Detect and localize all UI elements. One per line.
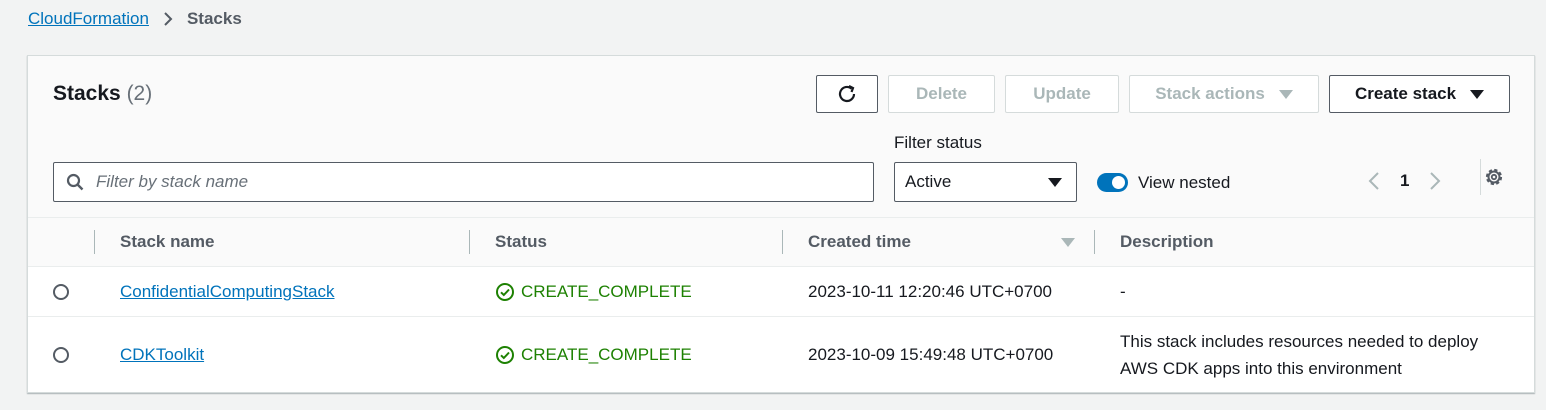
filter-status-label: Filter status bbox=[894, 133, 982, 152]
column-header-created-time[interactable]: Created time bbox=[783, 218, 1095, 267]
status-text: CREATE_COMPLETE bbox=[521, 345, 692, 364]
create-stack-button[interactable]: Create stack bbox=[1329, 75, 1510, 113]
select-column-header bbox=[28, 218, 95, 267]
stack-name-link[interactable]: CDKToolkit bbox=[120, 345, 204, 364]
description: - bbox=[1120, 282, 1126, 301]
search-icon bbox=[66, 173, 84, 191]
column-header-label: Created time bbox=[808, 232, 911, 251]
refresh-icon bbox=[836, 83, 858, 105]
table-header-row: Stack name Status Created time Descripti… bbox=[28, 218, 1534, 267]
caret-down-icon bbox=[1278, 89, 1293, 99]
created-time: 2023-10-09 15:49:48 UTC+0700 bbox=[808, 345, 1054, 364]
create-stack-label: Create stack bbox=[1354, 84, 1457, 103]
description: This stack includes resources needed to … bbox=[1120, 332, 1479, 378]
stack-actions-button[interactable]: Stack actions bbox=[1129, 75, 1319, 113]
divider bbox=[1480, 159, 1481, 195]
update-button[interactable]: Update bbox=[1005, 75, 1119, 113]
status-badge: CREATE_COMPLETE bbox=[470, 282, 783, 302]
status-text: CREATE_COMPLETE bbox=[521, 281, 692, 301]
pagination: 1 bbox=[1368, 166, 1441, 196]
stack-name-link[interactable]: ConfidentialComputingStack bbox=[120, 282, 335, 301]
caret-down-icon bbox=[1048, 177, 1062, 187]
refresh-button[interactable] bbox=[816, 75, 878, 113]
filter-status-select[interactable]: Active bbox=[894, 162, 1077, 202]
check-circle-icon bbox=[496, 346, 514, 364]
stack-actions-label: Stack actions bbox=[1155, 84, 1265, 103]
view-nested-toggle[interactable] bbox=[1097, 173, 1128, 192]
status-badge: CREATE_COMPLETE bbox=[470, 345, 783, 365]
view-nested-label: View nested bbox=[1138, 173, 1231, 192]
column-header-label: Stack name bbox=[120, 232, 215, 251]
page-number[interactable]: 1 bbox=[1400, 171, 1409, 191]
row-select-radio[interactable] bbox=[53, 283, 69, 300]
filter-status-value: Active bbox=[905, 172, 952, 191]
sort-descending-icon[interactable] bbox=[1061, 237, 1075, 247]
delete-button[interactable]: Delete bbox=[888, 75, 995, 113]
check-circle-icon bbox=[496, 282, 514, 301]
created-time: 2023-10-11 12:20:46 UTC+0700 bbox=[808, 281, 1053, 301]
column-header-description[interactable]: Description bbox=[1095, 218, 1534, 267]
stack-count: (2) bbox=[126, 82, 153, 105]
search-box bbox=[53, 162, 874, 202]
caret-down-icon bbox=[1470, 89, 1485, 99]
table-row[interactable]: CDKToolkit CREATE_COMPLETE 2023-10-09 15… bbox=[28, 317, 1534, 394]
column-header-status[interactable]: Status bbox=[470, 218, 783, 267]
stacks-panel: Stacks (2) Delete Update Stack actions C… bbox=[27, 55, 1535, 393]
prev-page-icon[interactable] bbox=[1368, 171, 1380, 191]
column-header-label: Description bbox=[1120, 232, 1214, 251]
gear-icon[interactable] bbox=[1483, 166, 1505, 193]
column-header-label: Status bbox=[495, 232, 547, 251]
toggle-knob bbox=[1112, 176, 1125, 189]
column-header-stack-name[interactable]: Stack name bbox=[95, 218, 470, 267]
page-title: Stacks (2) bbox=[53, 82, 152, 106]
next-page-icon[interactable] bbox=[1429, 171, 1441, 191]
title-text: Stacks bbox=[53, 82, 121, 105]
chevron-right-icon bbox=[163, 11, 173, 27]
breadcrumb-current: Stacks bbox=[186, 9, 242, 28]
search-input[interactable] bbox=[94, 171, 818, 193]
breadcrumb-cloudformation-link[interactable]: CloudFormation bbox=[28, 9, 149, 29]
table-row[interactable]: ConfidentialComputingStack CREATE_COMPLE… bbox=[28, 266, 1534, 317]
row-select-radio[interactable] bbox=[53, 347, 69, 363]
stacks-table: Stack name Status Created time Descripti… bbox=[28, 218, 1534, 393]
breadcrumb: CloudFormation Stacks bbox=[28, 9, 242, 29]
